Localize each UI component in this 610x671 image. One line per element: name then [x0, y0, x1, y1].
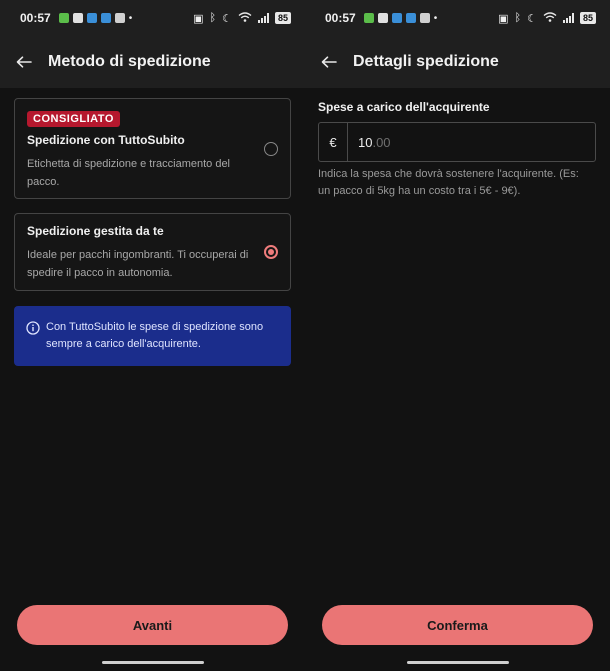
wifi-icon: [543, 11, 557, 25]
back-arrow-icon[interactable]: [14, 52, 34, 72]
app-notification-icon: [86, 13, 97, 23]
nfc-icon: ▣: [193, 12, 204, 25]
status-bar: 00:57 • ▣ ᛒ ☾ 85: [305, 0, 610, 36]
system-icons: ▣ ᛒ ☾ 85: [193, 11, 291, 25]
app-notification-icon: [391, 13, 402, 23]
shipping-cost-hint: Indica la spesa che dovrà sostenere l'ac…: [318, 168, 579, 197]
shipping-details-screen: 00:57 • ▣ ᛒ ☾ 85 Dettagli spedizione Spe…: [305, 0, 610, 671]
mail-icon: [377, 13, 388, 23]
option-description: Etichetta di spedizione e tracciamento d…: [27, 158, 231, 188]
shipping-option-tuttosubito[interactable]: CONSIGLIATO Spedizione con TuttoSubito E…: [14, 98, 291, 199]
info-icon: [26, 321, 40, 335]
nfc-icon: ▣: [498, 12, 509, 25]
shipping-cost-field: € 10.00: [318, 122, 596, 162]
app-notification-icon: [114, 13, 125, 23]
signal-icon: [257, 13, 269, 23]
more-dot-icon: •: [128, 12, 133, 24]
more-dot-icon: •: [433, 12, 438, 24]
status-bar: 00:57 • ▣ ᛒ ☾ 85: [0, 0, 305, 36]
bluetooth-icon: ᛒ: [514, 12, 522, 24]
status-time: 00:57: [20, 11, 51, 25]
radio-button-unselected[interactable]: [264, 142, 278, 156]
app-notification-icon: [405, 13, 416, 23]
shipping-option-self-managed[interactable]: Spedizione gestita da te Ideale per pacc…: [14, 213, 291, 291]
shipping-method-screen: 00:57 • ▣ ᛒ ☾ 85 Metodo di spedizione CO…: [0, 0, 305, 671]
notification-icons: •: [363, 12, 438, 24]
notification-icons: •: [58, 12, 133, 24]
mail-icon: [72, 13, 83, 23]
confirm-button[interactable]: Conferma: [322, 605, 593, 645]
app-notification-icon: [58, 13, 69, 23]
app-bar: Dettagli spedizione: [305, 36, 610, 88]
recommended-badge: CONSIGLIATO: [27, 111, 120, 127]
do-not-disturb-icon: ☾: [222, 12, 232, 25]
app-notification-icon: [100, 13, 111, 23]
app-bar: Metodo di spedizione: [0, 36, 305, 88]
shipping-cost-input[interactable]: 10.00: [348, 123, 595, 161]
price-decimals: .00: [372, 134, 391, 150]
info-text: Con TuttoSubito le spese di spedizione s…: [46, 321, 264, 350]
price-value: 10: [358, 134, 373, 150]
battery-indicator: 85: [274, 12, 291, 24]
option-title: Spedizione con TuttoSubito: [27, 133, 185, 147]
gesture-home-bar[interactable]: [406, 661, 509, 664]
bluetooth-icon: ᛒ: [209, 12, 217, 24]
battery-indicator: 85: [579, 12, 596, 24]
option-description: Ideale per pacchi ingombranti. Ti occupe…: [27, 249, 249, 279]
page-title: Dettagli spedizione: [353, 53, 499, 70]
wifi-icon: [238, 11, 252, 25]
next-button[interactable]: Avanti: [17, 605, 288, 645]
do-not-disturb-icon: ☾: [527, 12, 537, 25]
option-title: Spedizione gestita da te: [27, 224, 164, 238]
back-arrow-icon[interactable]: [319, 52, 339, 72]
system-icons: ▣ ᛒ ☾ 85: [498, 11, 596, 25]
shipping-cost-label: Spese a carico dell'acquirente: [318, 100, 490, 114]
page-title: Metodo di spedizione: [48, 53, 211, 70]
radio-button-selected[interactable]: [264, 245, 278, 259]
signal-icon: [562, 13, 574, 23]
info-banner: Con TuttoSubito le spese di spedizione s…: [14, 306, 291, 366]
gesture-home-bar[interactable]: [101, 661, 204, 664]
app-notification-icon: [363, 13, 374, 23]
currency-prefix: €: [319, 123, 348, 161]
status-time: 00:57: [325, 11, 356, 25]
app-notification-icon: [419, 13, 430, 23]
